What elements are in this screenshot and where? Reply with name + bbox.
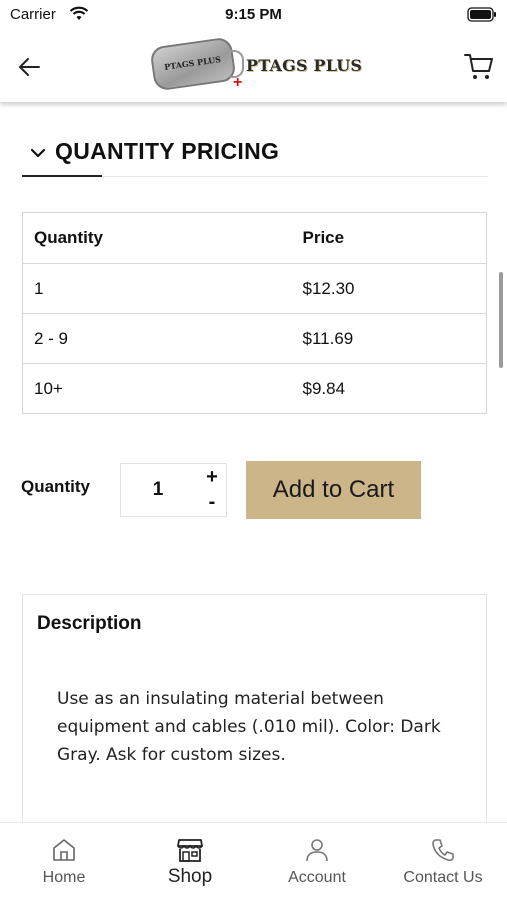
nav-item-home[interactable]: Home <box>10 823 118 900</box>
user-icon <box>304 837 330 868</box>
app-header: PTAGS PLUS + PTAGS PLUS <box>0 30 507 102</box>
table-header-row: Quantity Price <box>22 212 487 264</box>
increment-button[interactable]: + <box>197 464 227 490</box>
nav-item-shop[interactable]: Shop <box>136 823 244 900</box>
battery-icon <box>467 7 497 27</box>
nav-label: Contact Us <box>403 869 483 886</box>
decrement-button[interactable]: - <box>197 490 227 516</box>
section-title: QUANTITY PRICING <box>55 138 280 164</box>
quantity-cell: 2 - 9 <box>22 313 303 364</box>
clock: 9:15 PM <box>225 6 282 23</box>
back-button[interactable] <box>14 52 44 82</box>
quantity-cell: 1 <box>22 263 303 314</box>
price-cell: $11.69 <box>302 313 487 364</box>
nav-item-contact[interactable]: Contact Us <box>385 823 501 900</box>
active-underline <box>22 175 102 177</box>
phone-icon <box>430 837 456 868</box>
quantity-label: Quantity <box>21 477 90 496</box>
status-bar: Carrier 9:15 PM <box>0 0 507 30</box>
description-title: Description <box>37 613 142 634</box>
nav-label: Home <box>42 869 86 886</box>
red-cross-icon: + <box>233 74 243 91</box>
bottom-nav: Home Shop Account Contact Us <box>0 822 507 900</box>
arrow-left-icon <box>19 58 40 76</box>
column-header-quantity: Quantity <box>22 212 303 264</box>
quantity-pricing-table: Quantity Price 1 $12.30 2 - 9 $11.69 10+… <box>22 212 487 414</box>
table-row: 1 $12.30 <box>22 263 487 314</box>
quantity-input[interactable]: 1 <box>121 479 195 501</box>
home-icon <box>51 837 77 868</box>
cart-icon <box>464 54 493 79</box>
table-row: 2 - 9 $11.69 <box>22 313 487 364</box>
cart-button[interactable] <box>463 50 495 82</box>
chevron-down-icon <box>30 146 46 164</box>
scrollbar[interactable] <box>499 272 503 368</box>
add-to-cart-button[interactable]: Add to Cart <box>246 461 421 519</box>
nav-label: Shop <box>167 866 213 887</box>
logo-text: PTAGS PLUS <box>246 56 363 75</box>
nav-item-account[interactable]: Account <box>262 823 372 900</box>
quantity-pricing-accordion[interactable]: QUANTITY PRICING <box>22 134 488 178</box>
quantity-cell: 10+ <box>34 378 63 398</box>
brand-logo[interactable]: PTAGS PLUS + PTAGS PLUS <box>149 36 363 94</box>
shop-icon <box>176 837 204 868</box>
nav-label: Account <box>288 869 346 886</box>
quantity-stepper: 1 + - <box>120 463 227 517</box>
column-header-price: Price <box>302 212 487 264</box>
price-cell: $9.84 <box>302 378 346 398</box>
price-cell: $12.30 <box>302 263 487 314</box>
description-card: Description Use as an insulating materia… <box>22 594 487 854</box>
table-row: 10+ $9.84 <box>23 364 487 414</box>
description-text: Use as an insulating material between eq… <box>57 689 441 765</box>
